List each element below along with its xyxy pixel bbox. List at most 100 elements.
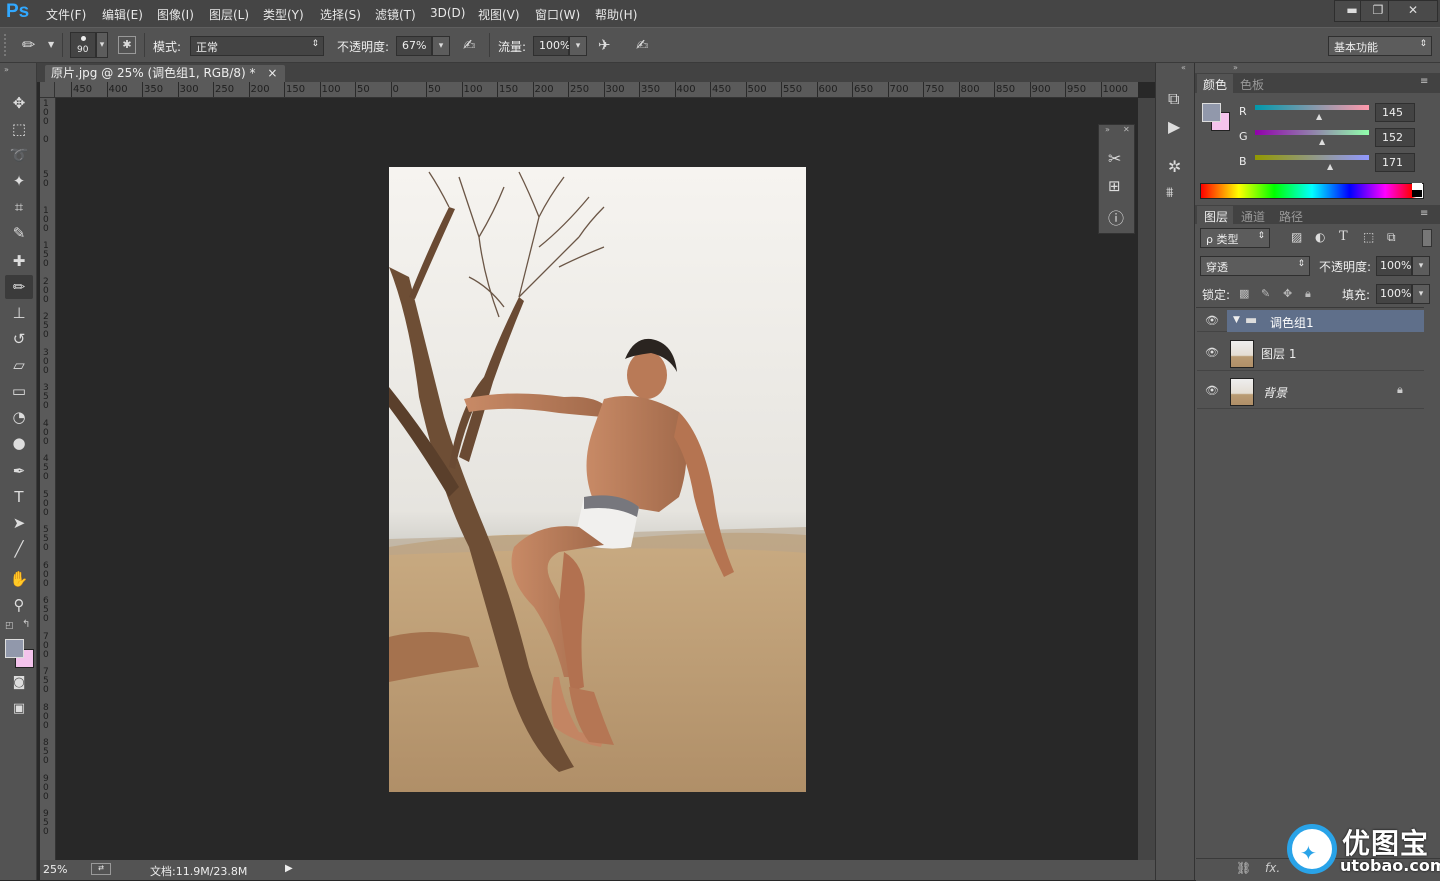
actions-play-icon[interactable]: ▶ <box>1168 117 1180 136</box>
filter-pixel-icon[interactable]: ▨ <box>1291 230 1302 244</box>
tab-channels[interactable]: 通道 <box>1241 208 1265 225</box>
link-icon[interactable]: ⛓ <box>1236 861 1251 875</box>
visibility-eye-icon[interactable]: 👁︎ <box>1205 384 1219 397</box>
menu-edit[interactable]: 编辑(E) <box>102 6 143 23</box>
g-slider-thumb[interactable]: ▲ <box>1319 137 1325 146</box>
menu-type[interactable]: 类型(Y) <box>263 6 304 23</box>
vertical-ruler[interactable]: 100 0 50 100 150 200 250 300 350 400 450 500 550 600 6… <box>40 98 56 860</box>
pressure-opacity-icon[interactable]: ✍ <box>463 36 476 54</box>
r-slider-thumb[interactable]: ▲ <box>1316 112 1322 121</box>
visibility-eye-icon[interactable]: 👁︎ <box>1205 314 1219 327</box>
close-window-button[interactable]: ✕ <box>1388 0 1438 22</box>
layer-name[interactable]: 背景 <box>1263 384 1287 401</box>
b-slider-thumb[interactable]: ▲ <box>1327 162 1333 171</box>
path-selection-tool-icon[interactable]: ➤ <box>5 511 33 535</box>
layer-opacity-dropdown[interactable]: ▾ <box>1412 256 1430 276</box>
menu-file[interactable]: 文件(F) <box>46 6 86 23</box>
zoom-tool-icon[interactable]: ⚲ <box>5 593 33 617</box>
lasso-tool-icon[interactable]: ➰ <box>5 143 33 167</box>
close-panel-icon[interactable]: ✕ <box>1123 125 1130 134</box>
layer-row-pixel[interactable]: 👁︎ 图层 1 <box>1197 334 1424 371</box>
ruler-origin[interactable] <box>40 82 55 98</box>
r-slider[interactable] <box>1255 105 1369 110</box>
status-preview-icon[interactable]: ⇄ <box>91 863 111 875</box>
opacity-dropdown[interactable]: ▾ <box>432 36 450 56</box>
brush-panel-toggle-icon[interactable]: ✱ <box>118 36 136 54</box>
flow-input[interactable]: 100% <box>533 36 570 56</box>
magic-wand-tool-icon[interactable]: ✦ <box>5 169 33 193</box>
history-icon[interactable]: ⧉ <box>1168 89 1179 109</box>
filter-adjustment-icon[interactable]: ◐ <box>1315 230 1325 244</box>
swap-colors-icon[interactable]: ↰ <box>22 619 30 630</box>
layer-row-group[interactable]: 👁︎ ▼ ▬ 调色组1 <box>1197 310 1424 332</box>
b-slider[interactable] <box>1255 155 1369 160</box>
brush-tool-icon[interactable]: ✏ <box>5 275 33 299</box>
filter-type-icon[interactable]: T <box>1339 229 1348 244</box>
fill-input[interactable]: 100% <box>1376 284 1412 304</box>
panel-menu-icon[interactable]: ≡ <box>1420 208 1428 219</box>
visibility-eye-icon[interactable]: 👁︎ <box>1205 346 1219 359</box>
status-menu-arrow-icon[interactable]: ▶ <box>285 863 293 874</box>
black-swatch[interactable] <box>1412 190 1422 197</box>
collapse-arrows-icon[interactable]: » <box>1233 63 1238 72</box>
opacity-input[interactable]: 67% <box>396 36 432 56</box>
adjustments-icon[interactable]: ✲ <box>1168 157 1181 176</box>
healing-brush-tool-icon[interactable]: ✚ <box>5 249 33 273</box>
document-tab[interactable]: 原片.jpg @ 25% (调色组1, RGB/8) * × <box>45 65 286 82</box>
eyedropper-tool-icon[interactable]: ✎ <box>5 221 33 245</box>
horizontal-ruler[interactable]: 450 400 350 300 250 200 150 100 50 0 50 100 150 200 25… <box>55 82 1138 98</box>
blur-tool-icon[interactable]: ◔ <box>5 405 33 429</box>
tab-layers[interactable]: 图层 <box>1204 208 1228 225</box>
line-tool-icon[interactable]: ╱ <box>5 537 33 561</box>
foreground-color-swatch[interactable] <box>1202 103 1221 122</box>
quick-mask-icon[interactable]: ◙ <box>5 671 33 695</box>
mode-select[interactable]: 正常 ⇕ <box>190 36 324 56</box>
workspace-select[interactable]: 基本功能 ⇕ <box>1328 36 1432 56</box>
gradient-tool-icon[interactable]: ▭ <box>5 379 33 403</box>
tab-paths[interactable]: 路径 <box>1279 208 1303 225</box>
airbrush-icon[interactable]: ✈ <box>598 36 611 54</box>
info-icon[interactable]: ⓘ <box>1108 205 1124 229</box>
collapse-arrows-icon[interactable]: » <box>4 65 9 74</box>
tab-color[interactable]: 颜色 <box>1203 76 1227 93</box>
brush-presets-icon[interactable]: ⩩ <box>1166 185 1173 201</box>
pen-tool-icon[interactable]: ✒ <box>5 459 33 483</box>
filter-toggle[interactable] <box>1422 229 1432 247</box>
pressure-size-icon[interactable]: ✍ <box>636 36 649 54</box>
layer-comps-icon[interactable]: ⊞ <box>1108 177 1121 195</box>
type-tool-icon[interactable]: T <box>5 485 33 509</box>
close-tab-icon[interactable]: × <box>267 66 277 80</box>
dodge-tool-icon[interactable]: ● <box>5 431 33 455</box>
filter-shape-icon[interactable]: ⬚ <box>1363 230 1374 244</box>
chevron-down-icon[interactable]: ▼ <box>48 40 54 49</box>
crop-tool-icon[interactable]: ⌗ <box>5 195 33 219</box>
expand-arrows-icon[interactable]: » <box>1105 125 1110 134</box>
layer-filter-select[interactable]: ρ 类型 ⇕ <box>1200 228 1270 248</box>
clone-stamp-tool-icon[interactable]: ⊥ <box>5 301 33 325</box>
menu-image[interactable]: 图像(I) <box>157 6 194 23</box>
layer-name[interactable]: 调色组1 <box>1270 314 1314 331</box>
foreground-color-swatch[interactable] <box>5 639 24 658</box>
lock-position-icon[interactable]: ✥ <box>1283 287 1292 300</box>
menu-window[interactable]: 窗口(W) <box>535 6 580 23</box>
group-expand-icon[interactable]: ▼ <box>1233 315 1240 325</box>
b-input[interactable]: 171 <box>1375 153 1415 172</box>
fill-dropdown[interactable]: ▾ <box>1412 284 1430 304</box>
menu-view[interactable]: 视图(V) <box>478 6 520 23</box>
brush-size-dropdown[interactable]: ▾ <box>96 32 108 58</box>
hand-tool-icon[interactable]: ✋ <box>5 567 33 591</box>
g-slider[interactable] <box>1255 130 1369 135</box>
eraser-tool-icon[interactable]: ▱ <box>5 353 33 377</box>
lock-pixels-icon[interactable]: ✎ <box>1261 287 1270 300</box>
panel-menu-icon[interactable]: ≡ <box>1420 76 1428 87</box>
vertical-scrollbar[interactable] <box>1138 98 1155 860</box>
filter-smart-object-icon[interactable]: ⧉ <box>1387 230 1396 245</box>
menu-3d[interactable]: 3D(D) <box>430 6 465 20</box>
layer-row-background[interactable]: 👁︎ 背景 🔒︎ <box>1197 372 1424 409</box>
options-grip[interactable] <box>4 34 11 56</box>
layer-opacity-input[interactable]: 100% <box>1376 256 1412 276</box>
brush-size-picker[interactable]: 90 <box>70 32 96 58</box>
g-input[interactable]: 152 <box>1375 128 1415 147</box>
lock-all-icon[interactable]: 🔒︎ <box>1305 287 1311 301</box>
move-tool-icon[interactable]: ✥ <box>5 91 33 115</box>
